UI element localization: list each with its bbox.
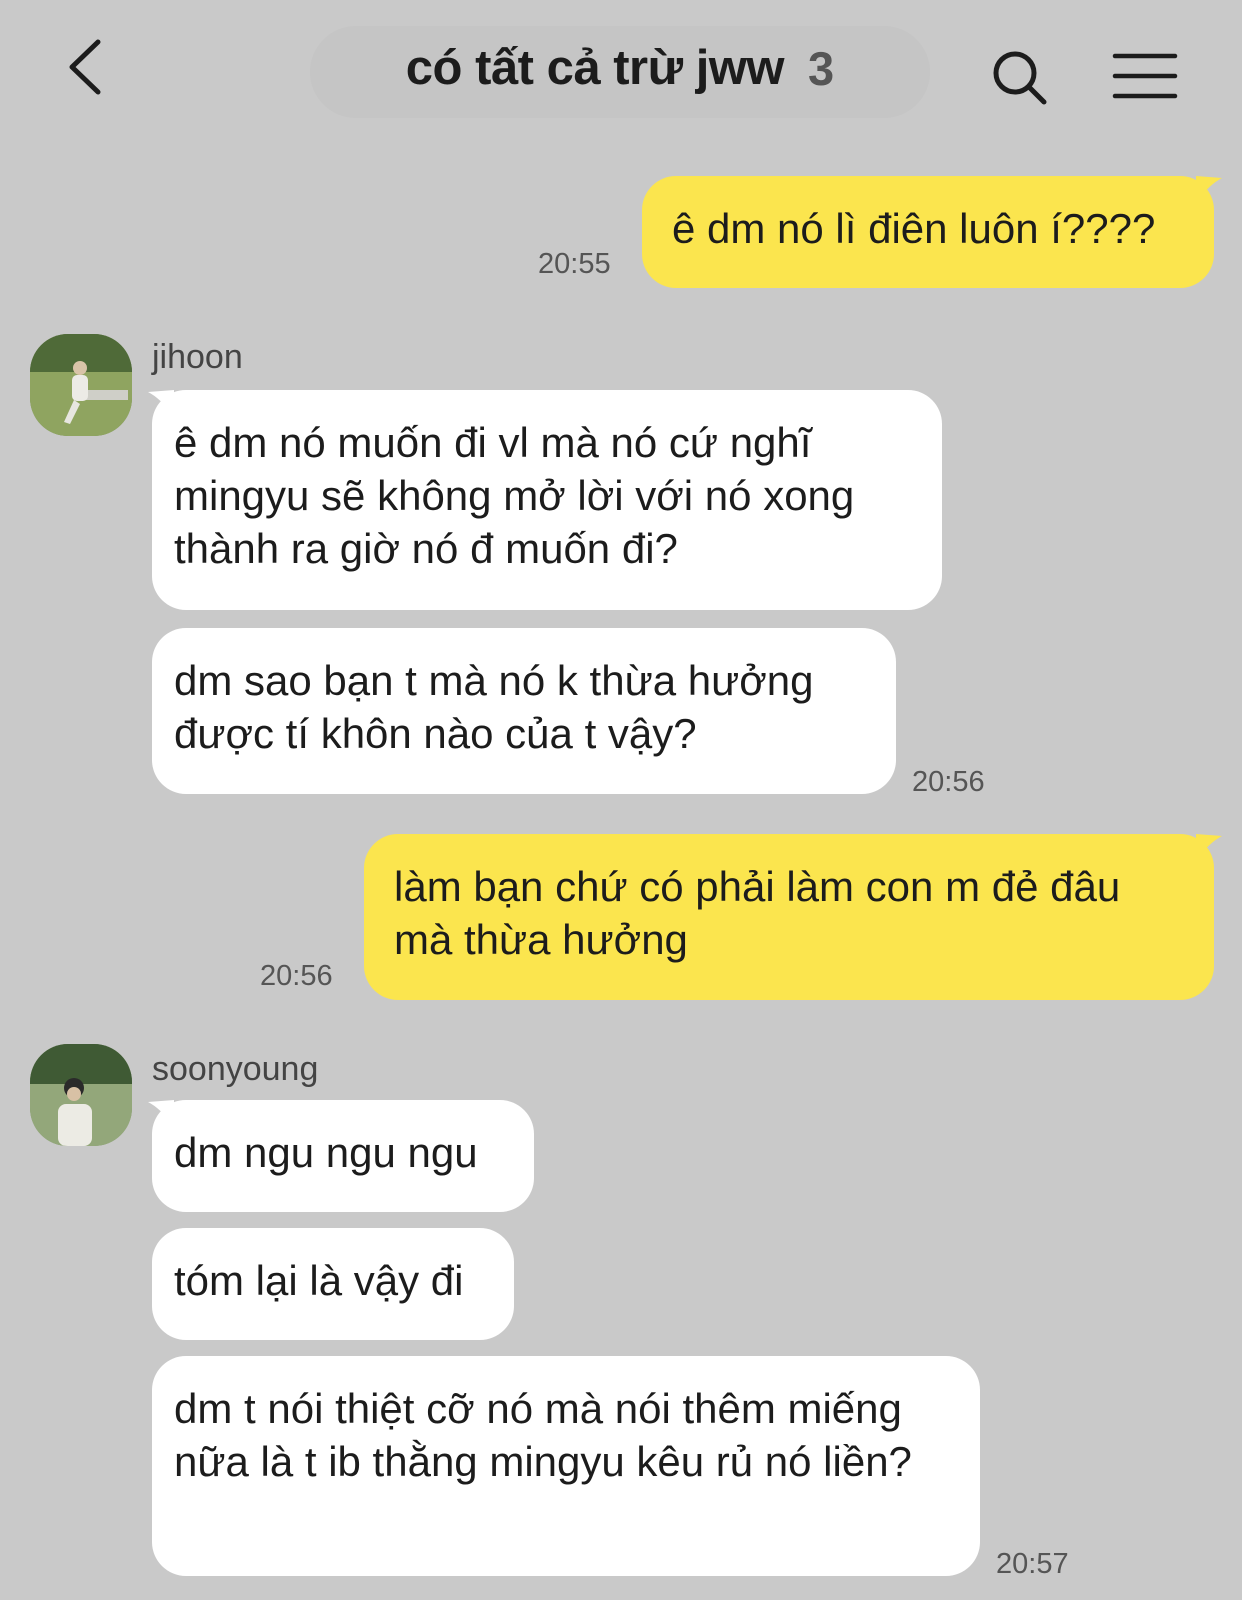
avatar-soonyoung[interactable] bbox=[30, 1044, 132, 1146]
message-timestamp: 20:56 bbox=[260, 960, 333, 992]
message-timestamp: 20:56 bbox=[912, 766, 985, 798]
search-button[interactable] bbox=[990, 48, 1050, 108]
message-text: tóm lại là vậy đi bbox=[174, 1257, 464, 1304]
message-text: ê dm nó lì điên luôn í???? bbox=[672, 205, 1156, 252]
bubble-tail bbox=[1196, 176, 1222, 202]
message-timestamp: 20:57 bbox=[996, 1548, 1069, 1580]
search-icon bbox=[993, 51, 1047, 105]
avatar-jihoon[interactable] bbox=[30, 334, 132, 436]
member-count: 3 bbox=[808, 41, 835, 95]
sender-name: soonyoung bbox=[152, 1050, 319, 1088]
bubble-tail bbox=[1196, 834, 1222, 860]
message-text: dm ngu ngu ngu bbox=[174, 1129, 478, 1176]
profile-photo-icon bbox=[30, 1044, 132, 1146]
profile-photo-icon bbox=[30, 334, 132, 436]
back-button[interactable] bbox=[62, 36, 122, 96]
message-bubble[interactable]: ê dm nó muốn đi vl mà nó cứ nghĩ mingyu … bbox=[152, 390, 942, 610]
message-bubble[interactable]: dm sao bạn t mà nó k thừa hưởng được tí … bbox=[152, 628, 896, 794]
message-text: dm sao bạn t mà nó k thừa hưởng được tí … bbox=[174, 657, 814, 757]
menu-button[interactable] bbox=[1112, 52, 1178, 100]
chat-header: có tất cả trừ jww 3 bbox=[0, 0, 1242, 150]
my-message-bubble[interactable]: ê dm nó lì điên luôn í???? bbox=[642, 176, 1214, 288]
sender-name: jihoon bbox=[152, 338, 243, 376]
my-message-bubble[interactable]: làm bạn chứ có phải làm con m đẻ đâu mà … bbox=[364, 834, 1214, 1000]
chat-title-area[interactable]: có tất cả trừ jww 3 bbox=[330, 36, 910, 100]
bubble-tail bbox=[148, 390, 174, 416]
chat-title: có tất cả trừ jww bbox=[405, 41, 785, 95]
bubble-tail bbox=[148, 1100, 174, 1126]
chevron-left-icon bbox=[69, 39, 101, 95]
hamburger-menu-icon bbox=[1112, 53, 1178, 99]
message-text: dm t nói thiệt cỡ nó mà nói thêm miếng n… bbox=[174, 1385, 912, 1485]
message-timestamp: 20:55 bbox=[538, 248, 611, 280]
message-text: làm bạn chứ có phải làm con m đẻ đâu mà … bbox=[394, 863, 1121, 963]
message-bubble[interactable]: dm ngu ngu ngu bbox=[152, 1100, 534, 1212]
message-bubble[interactable]: dm t nói thiệt cỡ nó mà nói thêm miếng n… bbox=[152, 1356, 980, 1576]
message-bubble[interactable]: tóm lại là vậy đi bbox=[152, 1228, 514, 1340]
message-text: ê dm nó muốn đi vl mà nó cứ nghĩ mingyu … bbox=[174, 419, 855, 572]
